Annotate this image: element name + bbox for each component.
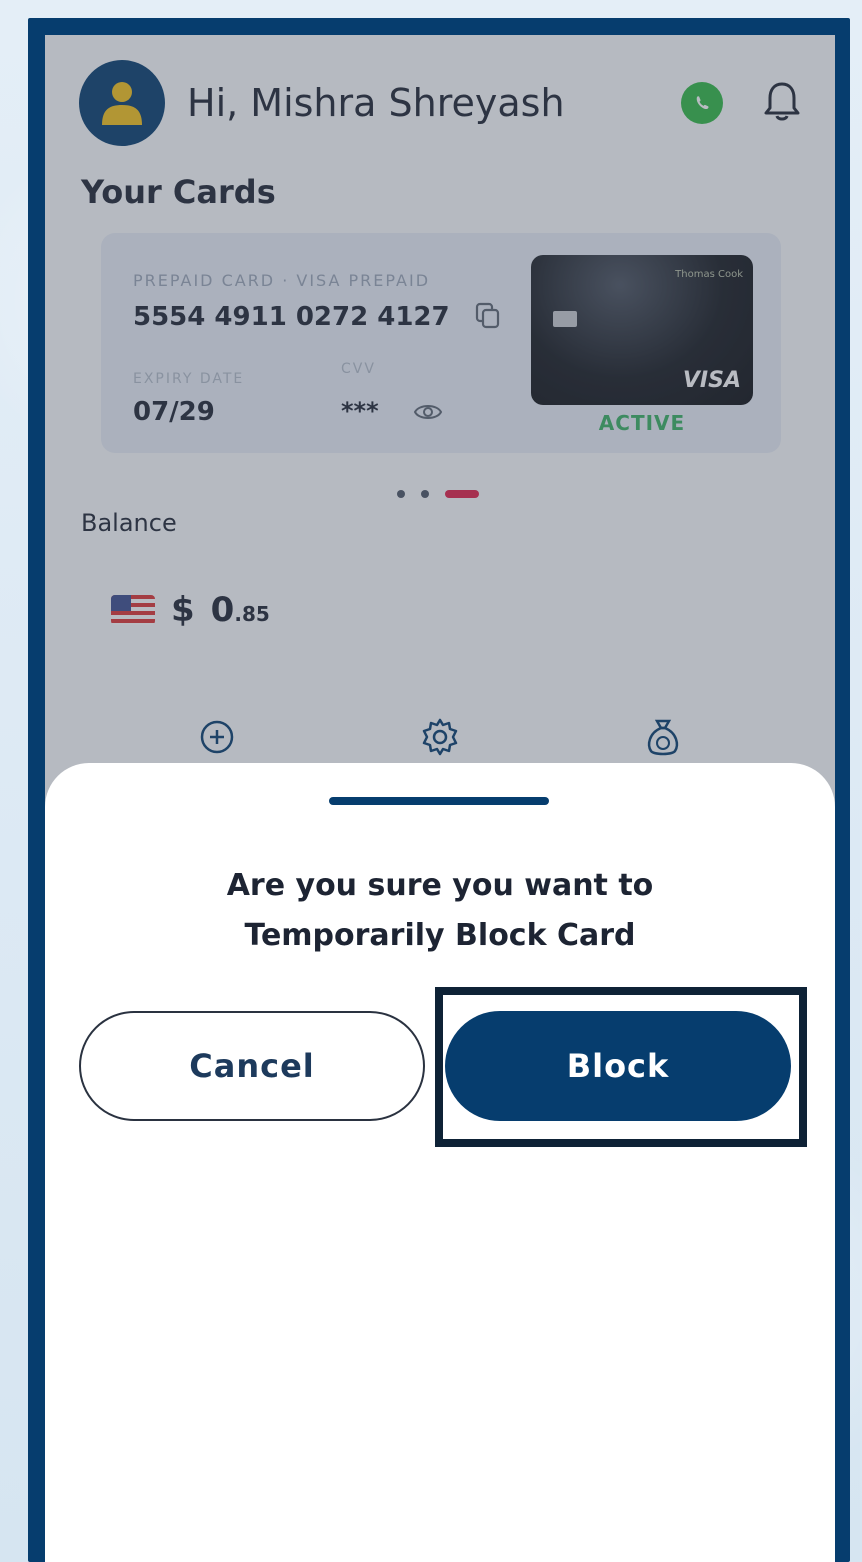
sheet-drag-handle[interactable]: [329, 797, 549, 805]
confirmation-line-1: Are you sure you want to: [226, 868, 654, 903]
block-card-bottom-sheet: Are you sure you want to Temporarily Blo…: [45, 763, 835, 1562]
app-screen: Hi, Mishra Shreyash Your Cards PREPAID C…: [45, 35, 835, 1562]
cancel-button[interactable]: Cancel: [79, 1011, 425, 1121]
confirmation-message: Are you sure you want to Temporarily Blo…: [45, 861, 835, 961]
block-button[interactable]: Block: [445, 1011, 791, 1121]
confirmation-line-2: Temporarily Block Card: [244, 918, 636, 953]
